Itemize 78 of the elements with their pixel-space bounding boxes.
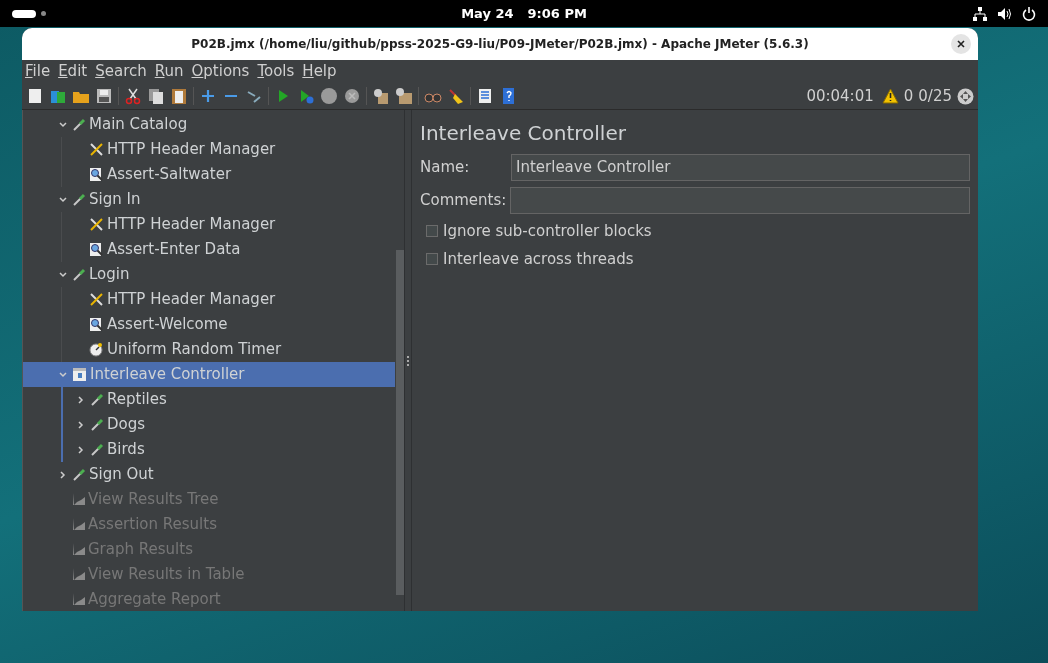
- chevron-down-icon[interactable]: [58, 194, 68, 205]
- checkbox[interactable]: [426, 253, 438, 265]
- clock-text[interactable]: 9:06 PM: [527, 3, 587, 24]
- tree-item[interactable]: HTTP Header Manager: [24, 287, 395, 312]
- tree-item[interactable]: Dogs: [25, 412, 395, 437]
- pipette-icon: [72, 117, 86, 132]
- chevron-right-icon[interactable]: [76, 444, 86, 455]
- menu-item[interactable]: Run: [154, 60, 184, 83]
- tree-item[interactable]: Assert-Welcome: [24, 312, 395, 337]
- tree-item[interactable]: Assert-Enter Data: [24, 237, 395, 262]
- pipette-icon: [90, 442, 104, 457]
- close-button[interactable]: [951, 34, 971, 54]
- elapsed-time: 00:04:01: [806, 85, 874, 107]
- stopwatch-icon: [89, 342, 104, 357]
- pipette-icon: [72, 267, 86, 282]
- name-field[interactable]: Interleave Controller: [511, 154, 970, 181]
- chevron-right-icon[interactable]: [76, 394, 86, 405]
- tree-item[interactable]: HTTP Header Manager: [24, 212, 395, 237]
- tree-item[interactable]: Assert-Saltwater: [24, 162, 395, 187]
- thread-count: 0/25: [918, 85, 952, 107]
- chevron-down-icon[interactable]: [58, 369, 68, 380]
- wrench-icon: [89, 217, 104, 232]
- menu-item[interactable]: Options: [191, 60, 250, 83]
- paste-icon[interactable]: [170, 87, 188, 105]
- magnifier-icon: [89, 317, 104, 332]
- scrollbar-thumb[interactable]: [396, 250, 404, 595]
- comments-label: Comments:: [420, 190, 508, 212]
- pipette-icon: [90, 392, 104, 407]
- controller-icon: [72, 367, 87, 382]
- volume-icon[interactable]: [997, 6, 1012, 21]
- power-icon[interactable]: [1022, 6, 1036, 21]
- magnifier-icon: [89, 167, 104, 182]
- checkbox-label: Interleave across threads: [443, 248, 634, 270]
- stop-icon[interactable]: [320, 87, 338, 105]
- chevron-right-icon[interactable]: [76, 419, 86, 430]
- date-text[interactable]: May 24: [461, 3, 514, 24]
- close-icon: [957, 40, 965, 48]
- remote-icon[interactable]: [957, 87, 974, 105]
- save-icon[interactable]: [95, 87, 113, 105]
- tree-item[interactable]: Uniform Random Timer: [24, 337, 395, 362]
- menu-item[interactable]: Search: [95, 60, 147, 83]
- chevron-right-icon[interactable]: [58, 469, 68, 480]
- wrench-icon: [89, 142, 104, 157]
- comments-field[interactable]: [510, 187, 970, 214]
- name-label: Name:: [420, 157, 471, 179]
- tree-item[interactable]: HTTP Header Manager: [24, 137, 395, 162]
- window-title: P02B.jmx (/home/liu/github/ppss-2025-G9-liu/P09-JMeter/P02B.jmx) - Apache JMeter (5.6.3): [191, 36, 809, 53]
- network-icon[interactable]: [973, 6, 987, 21]
- tree-item[interactable]: Sign Out: [23, 462, 395, 487]
- new-document-icon[interactable]: [26, 87, 44, 105]
- warning-icon[interactable]: [881, 88, 899, 104]
- checkbox-label: Ignore sub-controller blocks: [443, 220, 652, 242]
- chevron-down-icon[interactable]: [58, 269, 68, 280]
- menu-item[interactable]: File: [25, 60, 51, 83]
- menu-item[interactable]: Help: [302, 60, 337, 83]
- pipette-icon: [72, 467, 86, 482]
- pipette-icon: [90, 417, 104, 432]
- shutdown-icon[interactable]: [343, 87, 361, 105]
- warning-count: 0: [903, 85, 914, 107]
- tree-item[interactable]: Sign In: [23, 187, 395, 212]
- menu-item[interactable]: Edit: [58, 60, 88, 83]
- chevron-down-icon[interactable]: [58, 119, 68, 130]
- list-icon[interactable]: [476, 87, 494, 105]
- tree-item[interactable]: Login: [23, 262, 395, 287]
- copy-icon[interactable]: [147, 87, 165, 105]
- checkbox[interactable]: [426, 225, 438, 237]
- broom-icon[interactable]: [447, 87, 465, 105]
- cut-icon[interactable]: [124, 87, 142, 105]
- tree-item[interactable]: Birds: [25, 437, 395, 462]
- tree-item[interactable]: Reptiles: [25, 387, 395, 412]
- pipette-icon: [72, 192, 86, 207]
- magnifier-icon: [89, 242, 104, 257]
- panel-title: Interleave Controller: [420, 120, 627, 147]
- wrench-icon: [89, 292, 104, 307]
- tree-item[interactable]: Main Catalog: [23, 112, 395, 137]
- activities-pill[interactable]: [12, 9, 36, 18]
- menu-item[interactable]: Tools: [257, 60, 295, 83]
- plus-icon[interactable]: [199, 87, 217, 105]
